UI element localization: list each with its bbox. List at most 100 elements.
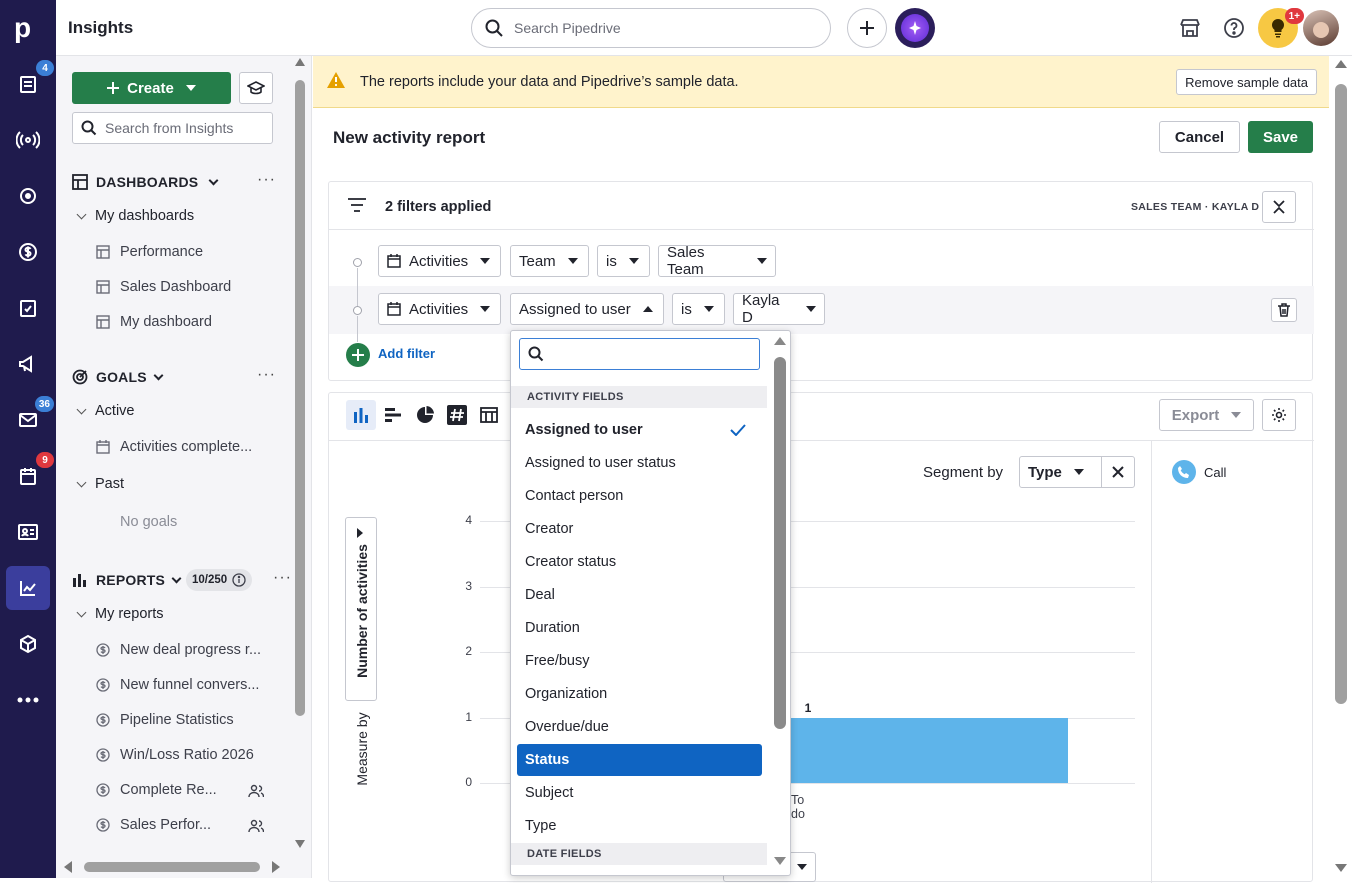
scorecard-type-icon[interactable]: [442, 400, 472, 430]
scroll-down-arrow-icon[interactable]: [774, 857, 786, 865]
measure-select[interactable]: Number of activities: [345, 517, 377, 701]
filter2-operator-select[interactable]: is: [672, 293, 725, 325]
nav-insights-icon[interactable]: [6, 566, 50, 610]
report-item[interactable]: Win/Loss Ratio 2026: [96, 747, 254, 763]
pie-chart-type-icon[interactable]: [410, 400, 440, 430]
dashboard-item-sales[interactable]: Sales Dashboard: [96, 279, 231, 295]
marketplace-icon[interactable]: [1170, 8, 1210, 48]
report-item[interactable]: Complete Re...: [96, 782, 217, 798]
report-item[interactable]: Sales Perfor...: [96, 817, 211, 833]
report-item[interactable]: Pipeline Statistics: [96, 712, 234, 728]
save-button[interactable]: Save: [1248, 121, 1313, 153]
scrollbar-thumb[interactable]: [1335, 84, 1347, 704]
dropdown-option[interactable]: Assigned to user: [517, 414, 762, 446]
filter2-field-select[interactable]: Assigned to user: [510, 293, 664, 325]
dashboards-more-icon[interactable]: ···: [257, 171, 276, 189]
add-filter-link[interactable]: Add filter: [378, 346, 435, 361]
nav-contacts-icon[interactable]: [6, 510, 50, 554]
nav-tasks-icon[interactable]: [6, 286, 50, 330]
goals-more-icon[interactable]: ···: [257, 366, 276, 384]
goals-active-group[interactable]: Active: [76, 403, 135, 419]
add-filter-plus-icon[interactable]: [346, 343, 370, 367]
tips-lightbulb-button[interactable]: 1+: [1258, 8, 1304, 48]
delete-filter-button[interactable]: [1271, 298, 1297, 322]
report-item[interactable]: New funnel convers...: [96, 677, 259, 693]
filter1-value-select[interactable]: Sales Team: [658, 244, 776, 278]
goals-section-header[interactable]: GOALS: [72, 369, 164, 385]
table-type-icon[interactable]: [474, 400, 504, 430]
chart-settings-button[interactable]: [1262, 399, 1296, 431]
report-item[interactable]: New deal progress r...: [96, 642, 261, 658]
export-button[interactable]: Export: [1159, 399, 1254, 431]
dropdown-option[interactable]: Creator: [517, 513, 762, 545]
dashboard-item-performance[interactable]: Performance: [96, 244, 203, 260]
main-vertical-scrollbar[interactable]: [1332, 56, 1350, 878]
scroll-right-arrow-icon[interactable]: [272, 861, 280, 873]
filter1-field-select[interactable]: Team: [510, 245, 589, 277]
sidebar-horizontal-scrollbar[interactable]: [56, 856, 296, 878]
scroll-up-arrow-icon[interactable]: [774, 337, 786, 345]
user-avatar[interactable]: [1303, 10, 1339, 46]
filter2-value-select[interactable]: Kayla D: [733, 292, 825, 326]
dropdown-option[interactable]: Free/busy: [517, 645, 762, 677]
cancel-button[interactable]: Cancel: [1159, 121, 1240, 153]
nav-leads-icon[interactable]: 4: [6, 60, 54, 106]
scroll-down-arrow-icon[interactable]: [295, 840, 305, 848]
scrollbar-thumb[interactable]: [295, 80, 305, 716]
dropdown-option[interactable]: Assigned to user status: [517, 447, 762, 479]
scroll-up-arrow-icon[interactable]: [295, 58, 305, 66]
my-reports-group[interactable]: My reports: [76, 606, 164, 622]
goal-item[interactable]: Activities complete...: [96, 439, 252, 455]
nav-deals-target-icon[interactable]: [6, 174, 50, 218]
dropdown-option[interactable]: Deal: [517, 579, 762, 611]
dropdown-option[interactable]: Organization: [517, 678, 762, 710]
insights-search-input[interactable]: Search from Insights: [72, 112, 273, 144]
lightbulb-icon: [1271, 18, 1285, 38]
nav-deals-dollar-icon[interactable]: [6, 230, 50, 274]
dropdown-option[interactable]: Status: [517, 744, 762, 776]
ai-assistant-button[interactable]: [895, 8, 935, 48]
dropdown-option[interactable]: Duration: [517, 612, 762, 644]
help-icon[interactable]: [1214, 8, 1254, 48]
remove-sample-data-button[interactable]: Remove sample data: [1176, 69, 1317, 95]
bar-chart-type-icon[interactable]: [346, 400, 376, 430]
nav-mail-icon[interactable]: 36: [6, 396, 54, 442]
segment-by-select[interactable]: Type: [1019, 456, 1102, 488]
horizontal-bar-chart-type-icon[interactable]: [378, 400, 408, 430]
scrollbar-thumb[interactable]: [774, 357, 786, 729]
pipedrive-logo[interactable]: p: [14, 12, 42, 44]
goals-past-group[interactable]: Past: [76, 476, 124, 492]
filter1-operator-select[interactable]: is: [597, 245, 650, 277]
collapse-filters-button[interactable]: [1262, 191, 1296, 223]
dropdown-option[interactable]: Subject: [517, 777, 762, 809]
scroll-up-arrow-icon[interactable]: [1335, 60, 1347, 68]
reports-more-icon[interactable]: ···: [273, 569, 292, 587]
global-search-input[interactable]: Search Pipedrive: [471, 8, 831, 48]
field-search-input[interactable]: [519, 338, 760, 370]
filter1-entity-select[interactable]: Activities: [378, 245, 501, 277]
nav-megaphone-icon[interactable]: [6, 342, 50, 386]
scrollbar-thumb[interactable]: [84, 862, 260, 872]
clear-segment-button[interactable]: [1101, 456, 1135, 488]
reports-section-header[interactable]: REPORTS: [72, 572, 182, 588]
dropdown-option[interactable]: Type: [517, 810, 762, 842]
dashboards-section-header[interactable]: DASHBOARDS: [72, 174, 219, 190]
sidebar-vertical-scrollbar[interactable]: [293, 56, 307, 856]
learn-button[interactable]: [239, 72, 273, 104]
dashboard-item-my[interactable]: My dashboard: [96, 314, 212, 330]
create-button[interactable]: Create: [72, 72, 231, 104]
nav-calendar-icon[interactable]: 9: [6, 452, 54, 498]
nav-more-icon[interactable]: [6, 678, 50, 722]
dropdown-option[interactable]: Contact person: [517, 480, 762, 512]
dropdown-scrollbar[interactable]: [773, 337, 787, 871]
nav-products-icon[interactable]: [6, 622, 50, 666]
filter2-entity-select[interactable]: Activities: [378, 293, 501, 325]
quick-add-button[interactable]: [847, 8, 887, 48]
info-icon[interactable]: [232, 573, 246, 587]
my-dashboards-group[interactable]: My dashboards: [76, 208, 194, 224]
scroll-down-arrow-icon[interactable]: [1335, 864, 1347, 872]
dropdown-option[interactable]: Creator status: [517, 546, 762, 578]
dropdown-option[interactable]: Overdue/due: [517, 711, 762, 743]
scroll-left-arrow-icon[interactable]: [64, 861, 72, 873]
nav-campaigns-icon[interactable]: [6, 118, 50, 162]
